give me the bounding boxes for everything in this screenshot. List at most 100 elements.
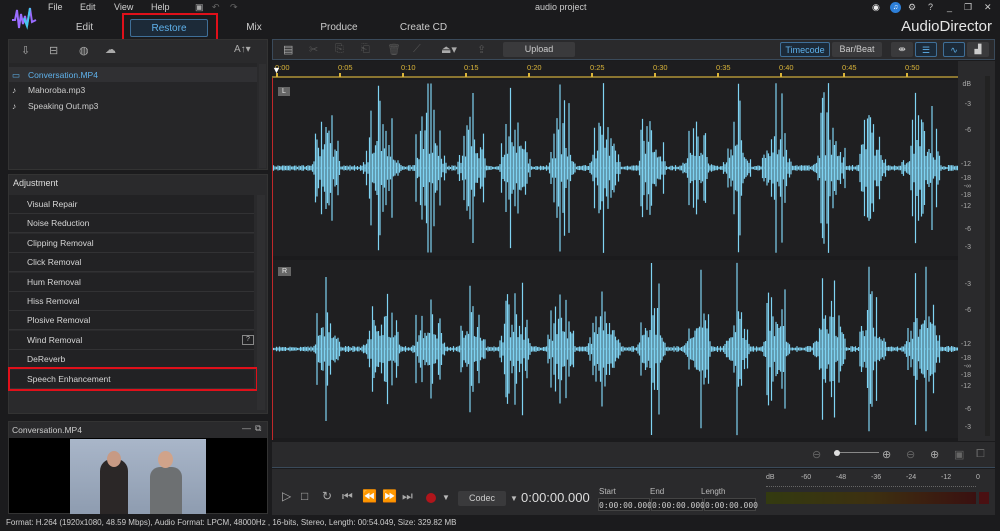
meter-label: 0 bbox=[976, 474, 980, 481]
db-scale-label: -∞ bbox=[963, 363, 971, 370]
app-logo bbox=[10, 6, 38, 32]
tab-produce[interactable]: Produce bbox=[313, 19, 365, 37]
db-scale-label: -12 bbox=[960, 160, 971, 168]
db-scale-label: -18 bbox=[960, 354, 971, 362]
ruler-tick-label: 0:50 bbox=[905, 63, 920, 72]
zoom-fit-icon[interactable]: ▣ bbox=[954, 448, 964, 461]
adjustment-item[interactable]: Noise Reduction bbox=[9, 214, 254, 234]
codec-dropdown-icon[interactable]: ▼ bbox=[510, 494, 518, 503]
stop-icon[interactable]: □ bbox=[301, 489, 308, 503]
ruler-tick-label: 0:25 bbox=[590, 63, 605, 72]
preview-panel: Conversation.MP4 — ⧉ bbox=[8, 421, 268, 514]
tab-create-cd[interactable]: Create CD bbox=[396, 19, 451, 37]
adjustment-item[interactable]: Hum Removal bbox=[9, 272, 254, 292]
tab-edit[interactable]: Edit bbox=[62, 19, 107, 37]
zoom-slider[interactable] bbox=[834, 450, 879, 456]
ruler-tick bbox=[339, 73, 341, 77]
zoom-in-vertical-icon[interactable]: ⊕ bbox=[930, 448, 939, 461]
db-scale-label: -6 bbox=[964, 126, 971, 134]
undo-icon[interactable]: ↶ bbox=[212, 2, 220, 13]
restore-window-icon[interactable]: ❐ bbox=[964, 2, 972, 13]
app-brand: AudioDirector bbox=[901, 18, 992, 35]
waveform-track-right[interactable] bbox=[271, 260, 959, 438]
online-media-icon[interactable]: ◍ bbox=[79, 44, 89, 57]
adjustment-item[interactable]: Click Removal bbox=[9, 253, 254, 273]
fast-forward-icon[interactable]: ⏩ bbox=[382, 489, 397, 503]
play-icon[interactable]: ▷ bbox=[282, 489, 291, 503]
redo-icon[interactable]: ↷ bbox=[230, 2, 238, 13]
import-folder-icon[interactable]: ⊟ bbox=[49, 44, 58, 57]
go-to-end-icon[interactable]: ⏭ bbox=[402, 489, 413, 504]
fit-waveform-icon[interactable]: ⇼ bbox=[891, 42, 913, 57]
adjustment-item[interactable]: Plosive Removal bbox=[9, 311, 254, 331]
ruler-tick bbox=[906, 73, 908, 77]
settings-icon[interactable]: ⚙ bbox=[908, 2, 916, 13]
minimize-preview-icon[interactable]: — bbox=[242, 423, 251, 433]
ruler-tick bbox=[465, 73, 467, 77]
clip-indicator bbox=[979, 492, 989, 504]
spectrum-view-icon[interactable]: ▟ bbox=[967, 42, 989, 57]
account-icon[interactable]: ◉ bbox=[872, 2, 880, 13]
codec-button[interactable]: Codec bbox=[458, 491, 506, 506]
adjustment-item[interactable]: Hiss Removal bbox=[9, 292, 254, 311]
menu-edit[interactable]: Edit bbox=[80, 2, 96, 12]
zoom-out-icon[interactable]: ⊖ bbox=[812, 448, 821, 461]
zoom-in-icon[interactable]: ⊕ bbox=[882, 448, 891, 461]
adjustment-item[interactable]: Wind Removal bbox=[9, 330, 254, 350]
playhead-icon[interactable]: ▼ bbox=[272, 65, 281, 75]
media-item-conversation[interactable]: Conversation.MP4 bbox=[28, 70, 98, 80]
end-time-field[interactable]: 0:00:00.000 bbox=[651, 498, 705, 511]
import-icon[interactable]: ⇩ bbox=[21, 44, 30, 57]
rewind-icon[interactable]: ⏪ bbox=[362, 489, 377, 503]
font-size-button[interactable]: A↑▾ bbox=[234, 44, 251, 55]
go-to-start-icon[interactable]: ⏮ bbox=[342, 489, 353, 504]
db-scale-label: -12 bbox=[960, 383, 971, 391]
waveform-track-left[interactable] bbox=[271, 80, 959, 256]
waveform-view-icon[interactable]: ∿ bbox=[943, 42, 965, 57]
video-icon: ▭ bbox=[12, 70, 21, 80]
share-icon[interactable]: ⇪ bbox=[477, 43, 486, 56]
start-time-field[interactable]: 0:00:00.000 bbox=[598, 498, 652, 511]
menu-view[interactable]: View bbox=[114, 2, 133, 12]
minimize-icon[interactable]: _ bbox=[947, 2, 952, 12]
cloud-icon[interactable]: ☁ bbox=[105, 43, 116, 56]
tab-mix[interactable]: Mix bbox=[234, 19, 274, 37]
adjustment-scrollbar[interactable] bbox=[257, 195, 265, 410]
undock-icon[interactable]: ⧉ bbox=[255, 423, 261, 434]
record-dropdown-icon[interactable]: ▼ bbox=[442, 493, 450, 502]
cut-icon[interactable]: ✂ bbox=[309, 43, 318, 56]
notification-icon[interactable]: ♫ bbox=[890, 2, 901, 13]
ruler-tick bbox=[843, 73, 845, 77]
copy-icon[interactable]: ⎘ bbox=[335, 43, 344, 56]
media-item-speaking-out[interactable]: Speaking Out.mp3 bbox=[28, 101, 98, 111]
video-frame bbox=[70, 439, 206, 514]
help-video-icon[interactable]: ? bbox=[242, 335, 254, 345]
save-icon[interactable]: ▣ bbox=[195, 2, 204, 13]
adjustment-item[interactable]: Visual Repair bbox=[9, 195, 254, 214]
timecode-button[interactable]: Timecode bbox=[780, 42, 830, 57]
close-icon[interactable]: ✕ bbox=[984, 2, 992, 13]
menu-help[interactable]: Help bbox=[151, 2, 170, 12]
help-icon[interactable]: ? bbox=[928, 2, 933, 12]
crop-icon[interactable]: ⟋ bbox=[413, 43, 421, 56]
media-item-mahoroba[interactable]: Mahoroba.mp3 bbox=[28, 85, 85, 95]
upload-button[interactable]: Upload bbox=[503, 42, 575, 57]
length-time-field[interactable]: 0:00:00.000 bbox=[704, 498, 758, 511]
properties-icon[interactable]: ▤ bbox=[283, 43, 293, 56]
library-scrollbar[interactable] bbox=[259, 64, 266, 168]
paste-icon[interactable]: ⎗ bbox=[361, 43, 370, 56]
zoom-out-vertical-icon[interactable]: ⊖ bbox=[906, 448, 915, 461]
export-icon[interactable]: ⏏▾ bbox=[441, 43, 457, 56]
timeline-ruler[interactable]: 0:00 0:05 0:10 0:15 0:20 0:25 0:30 0:35 0:40 0:45… bbox=[272, 61, 958, 78]
adjustment-item[interactable]: Clipping Removal bbox=[9, 233, 254, 253]
loop-icon[interactable]: ↻ bbox=[322, 489, 332, 503]
barbeat-button[interactable]: Bar/Beat bbox=[832, 42, 882, 57]
ruler-tick bbox=[654, 73, 656, 77]
level-meter bbox=[766, 492, 976, 504]
menu-file[interactable]: File bbox=[48, 2, 63, 12]
spectral-view-icon[interactable]: ☰ bbox=[915, 42, 937, 57]
delete-icon[interactable]: 🗑 bbox=[387, 43, 401, 56]
zoom-selection-icon[interactable]: ⧠ bbox=[976, 448, 985, 461]
record-icon[interactable] bbox=[426, 493, 436, 503]
db-scrollbar[interactable] bbox=[985, 76, 990, 436]
